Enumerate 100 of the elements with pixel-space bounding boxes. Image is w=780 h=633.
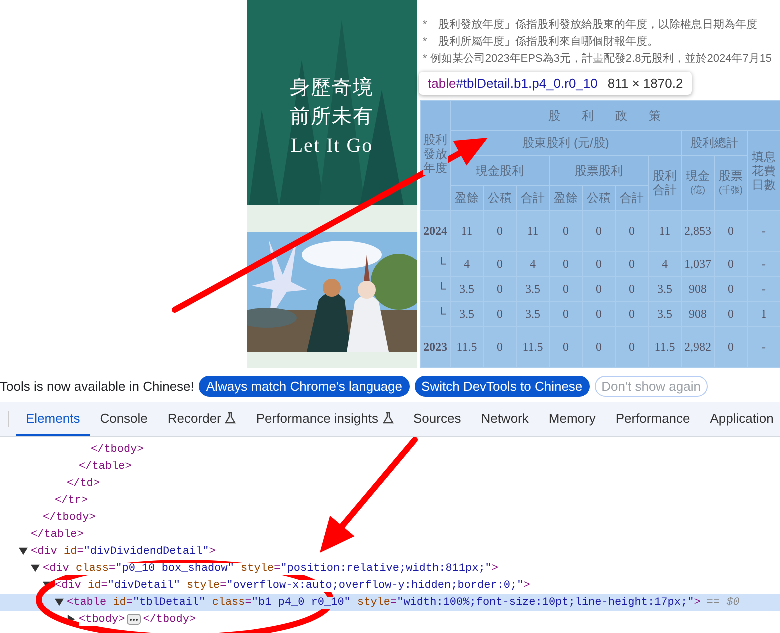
dom-node-row[interactable]: </tbody> <box>0 509 780 526</box>
table-cell: 1,037 <box>682 252 714 276</box>
table-header-cell: 盈餘 <box>550 186 582 210</box>
table-cell: 0 <box>714 252 748 276</box>
devtools-tab[interactable]: Application <box>700 402 780 436</box>
note-text: *「股利所屬年度」係指股利來自哪個財報年度。 <box>422 34 660 50</box>
table-cell: 3.5 <box>648 276 682 302</box>
table-header-cell: 現金 (億) <box>682 156 714 210</box>
dom-node-row[interactable]: </table> <box>0 526 780 543</box>
table-cell: └ <box>420 276 450 302</box>
table-cell: 0 <box>582 326 616 368</box>
table-cell: 2,982 <box>682 326 714 368</box>
table-cell: 0 <box>582 252 616 276</box>
dom-node-text: </tbody> <box>43 512 96 524</box>
table-cell: 3.5 <box>648 302 682 326</box>
table-cell: 0 <box>550 210 582 252</box>
devtools-tab[interactable]: Performance <box>606 402 700 436</box>
dom-node-row[interactable]: </table> <box>0 458 780 475</box>
table-cell: 4 <box>516 252 550 276</box>
table-cell: 0 <box>616 252 648 276</box>
table-header-cell: 股利發放年度 <box>420 100 450 210</box>
table-cell: 0 <box>616 302 648 326</box>
table-header-cell: 填息花費日數 <box>748 130 780 210</box>
table-header-cell: 現金股利 <box>450 156 550 186</box>
devtools-tab[interactable]: Performance insights <box>246 402 404 436</box>
table-cell: 3.5 <box>450 302 484 326</box>
note-text: *「股利發放年度」係指股利發放給股東的年度，以除權息日期為年度 <box>422 18 758 33</box>
dom-node-text: </tbody> <box>91 444 144 456</box>
table-cell: 0 <box>484 252 516 276</box>
table-cell: 11 <box>648 210 682 252</box>
banner-text: 前所未有 <box>290 105 374 130</box>
devtools-tab[interactable]: Console <box>90 402 158 436</box>
devtools-tab[interactable]: Elements <box>16 402 90 436</box>
dom-node-text: </td> <box>67 478 100 490</box>
infobar-button[interactable]: Switch DevTools to Chinese <box>414 376 590 396</box>
tooltip-selector: table#tblDetail.b1.p4_0.r0_10 <box>428 76 598 91</box>
table-cell: 0 <box>550 252 582 276</box>
devtools-tab[interactable]: Recorder <box>158 402 246 436</box>
table-cell: └ <box>420 252 450 276</box>
table-cell: 11.5 <box>648 326 682 368</box>
table-header-cell: 公積 <box>484 186 516 210</box>
devtools-tab[interactable]: Memory <box>538 402 606 436</box>
table-cell: └ <box>420 302 450 326</box>
table-cell: 0 <box>550 326 582 368</box>
table-cell: 0 <box>484 302 516 326</box>
table-cell: 0 <box>484 326 516 368</box>
dom-node-row[interactable]: <div id="divDividendDetail"> <box>0 543 780 560</box>
table-header-cell: 合計 <box>616 186 648 210</box>
table-cell: 2023 <box>420 326 450 368</box>
dom-node-row[interactable]: </tr> <box>0 492 780 509</box>
dom-node-row[interactable]: </tbody> <box>0 441 780 458</box>
table-header-cell: 股票 (千張) <box>714 156 748 210</box>
table-cell: 11 <box>450 210 484 252</box>
table-cell: 2024 <box>420 210 450 252</box>
devtools-tab[interactable]: Network <box>471 402 539 436</box>
flask-icon <box>382 412 394 424</box>
table-cell: 0 <box>616 276 648 302</box>
tooltip-size: 811 × 1870.2 <box>608 76 684 91</box>
dom-node-row[interactable]: <div class="p0_10 box_shadow" style="position:relative;width:811px;"> <box>0 560 780 577</box>
table-header-cell: 合計 <box>516 186 550 210</box>
table-cell: 0 <box>714 210 748 252</box>
flask-icon <box>225 412 236 424</box>
infobar-message: Tools is now available in Chinese! <box>0 378 194 394</box>
table-cell: - <box>748 276 780 302</box>
table-cell: 0 <box>582 210 616 252</box>
table-cell: 3.5 <box>516 276 550 302</box>
table-cell: 1 <box>748 302 780 326</box>
table-cell: - <box>748 252 780 276</box>
dom-node-text: <table id="tblDetail" class="b1 p4_0 r0_10" style="width:100%;font-size:10pt;line-height:17px;"> <box>67 596 701 608</box>
dom-node-text: </table> <box>79 460 132 472</box>
table-cell: 2,853 <box>682 210 714 252</box>
table-cell: 0 <box>714 326 748 368</box>
table-cell: 3.5 <box>516 302 550 326</box>
dom-node-row[interactable]: <tbody> </tbody> <box>0 611 780 628</box>
infobar-button[interactable]: Always match Chrome's language <box>199 376 410 396</box>
dom-node-row[interactable]: </td> <box>0 475 780 492</box>
table-cell: 0 <box>714 302 748 326</box>
table-cell: 11 <box>516 210 550 252</box>
dom-node-row[interactable]: <div id="divDetail" style="overflow-x:auto;overflow-y:hidden;border:0;"> <box>0 577 780 594</box>
expand-button[interactable] <box>127 614 142 625</box>
devtools-tab[interactable]: Sources <box>404 402 472 436</box>
table-cell: 0 <box>714 276 748 302</box>
table-cell: 0 <box>616 326 648 368</box>
dom-node-text: </tr> <box>55 494 88 506</box>
dom-node-text: <tbody> <box>79 614 126 626</box>
note-text: * 例如某公司2023年EPS為3元，計畫配發2.8元股利，並於2024年7月15 <box>422 52 774 67</box>
table-cell: 0 <box>484 276 516 302</box>
table-cell: 0 <box>582 276 616 302</box>
table-cell: 0 <box>550 302 582 326</box>
table-cell: 11.5 <box>450 326 484 368</box>
table-cell: 0 <box>550 276 582 302</box>
table-header-cell: 公積 <box>582 186 616 210</box>
dom-node-text: <div id="divDetail" style="overflow-x:auto;overflow-y:hidden;border:0;"> <box>55 580 530 592</box>
table-cell: - <box>748 210 780 252</box>
table-cell: - <box>748 326 780 368</box>
banner-text: Let It Go <box>290 134 374 159</box>
table-cell: 0 <box>484 210 516 252</box>
table-cell: 3.5 <box>450 276 484 302</box>
dom-node-text: </tbody> <box>143 614 196 626</box>
dom-node-row[interactable]: <table id="tblDetail" class="b1 p4_0 r0_10" style="width:100%;font-size:10pt;line-height:17px;"> == $0 <box>0 594 780 611</box>
